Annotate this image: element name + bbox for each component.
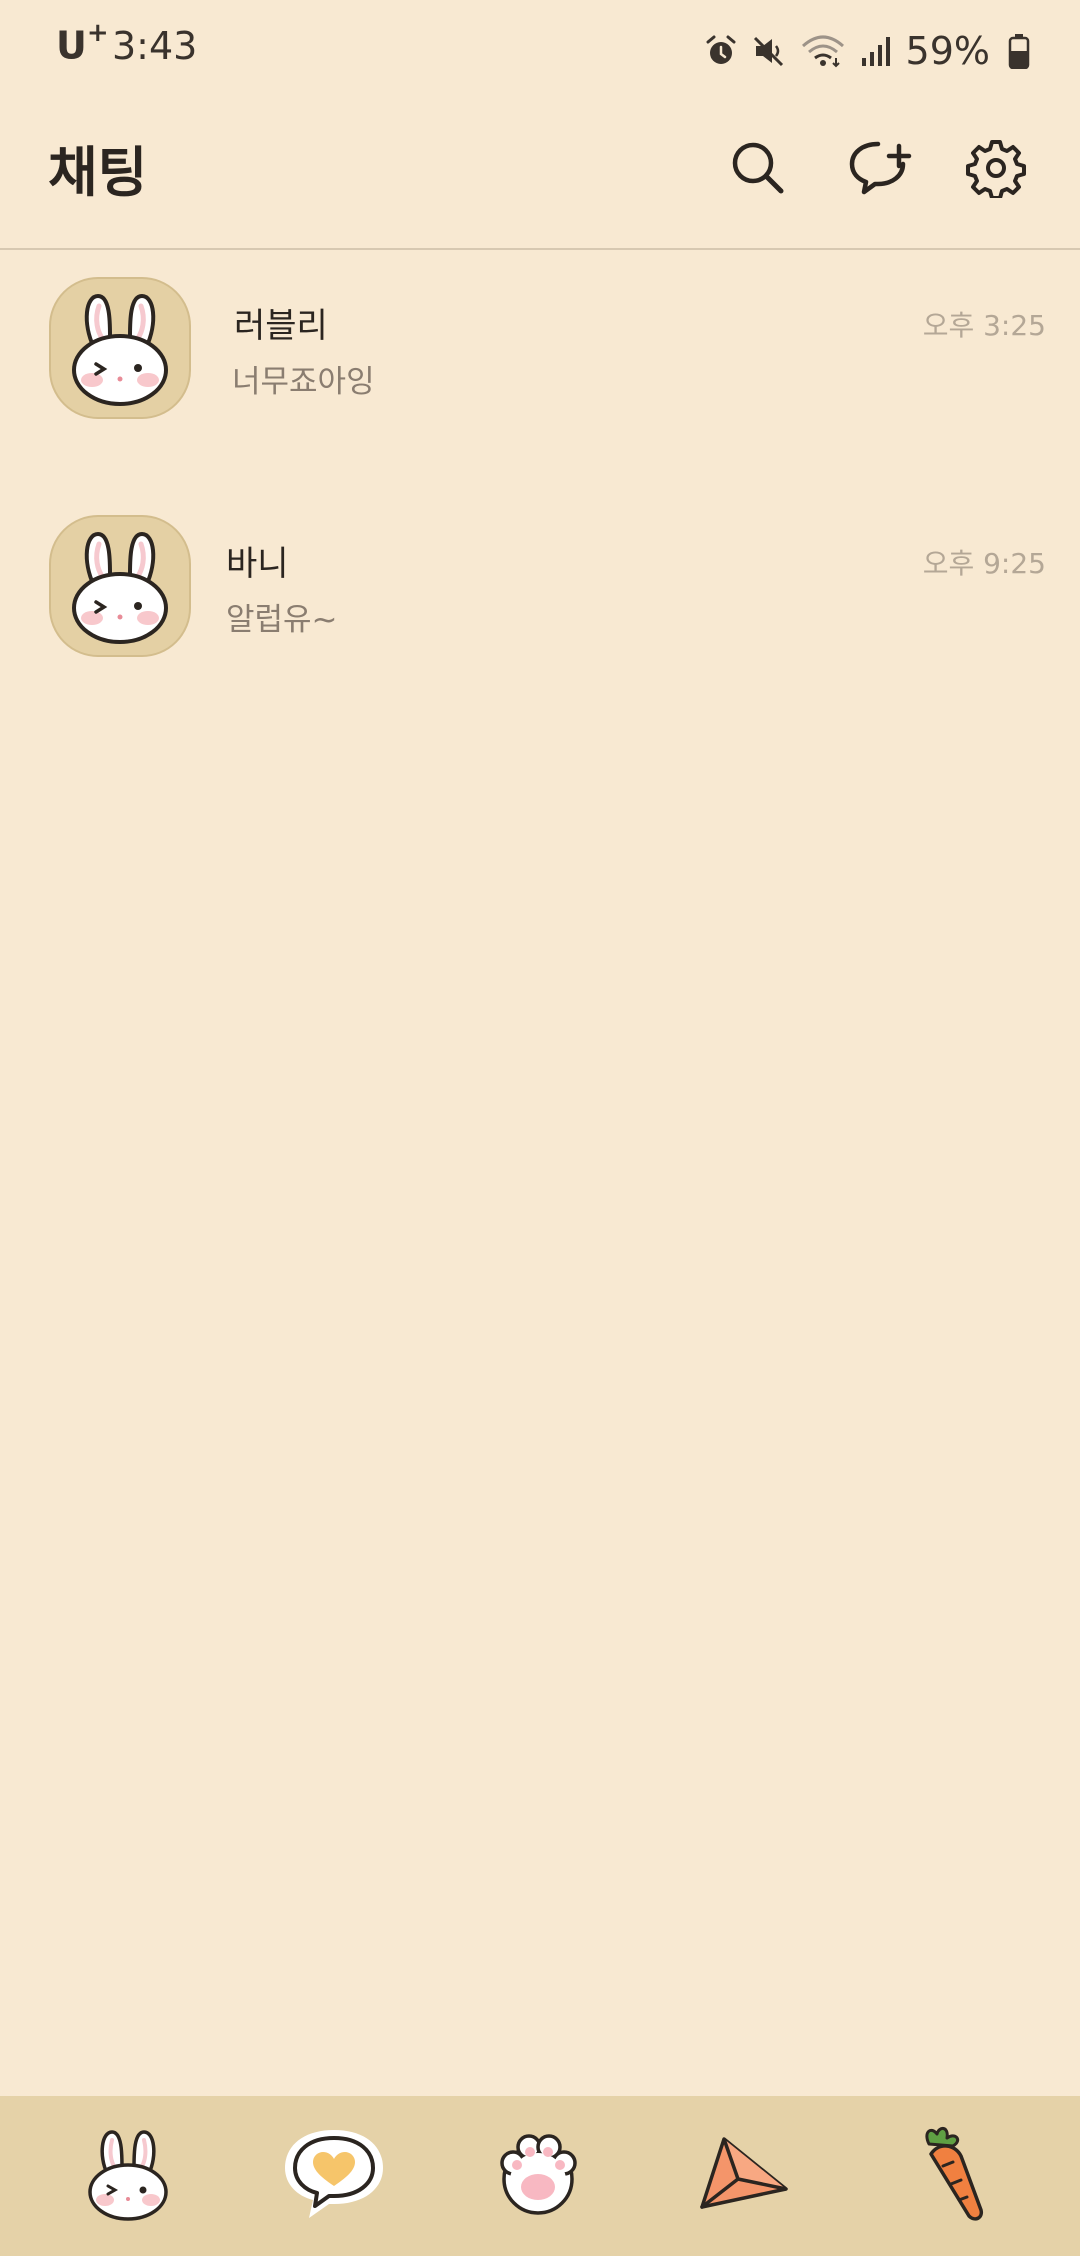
new-chat-icon xyxy=(848,138,912,202)
nav-carrot[interactable] xyxy=(890,2116,1010,2236)
heart-chat-icon xyxy=(279,2124,389,2228)
nav-friends[interactable] xyxy=(68,2116,188,2236)
chat-time: 오후 3:25 xyxy=(922,309,1046,342)
nav-chats[interactable] xyxy=(274,2116,394,2236)
status-time: 3:43 xyxy=(112,24,198,68)
bottom-nav xyxy=(0,2096,1080,2256)
status-bar: U+ 3:43 59% xyxy=(0,0,1080,100)
nav-paw[interactable] xyxy=(478,2116,598,2236)
signal-icon xyxy=(860,34,892,68)
nav-send[interactable] xyxy=(684,2116,804,2236)
search-button[interactable] xyxy=(718,130,798,210)
chat-name: 바니 xyxy=(226,544,289,584)
status-icons: 59% xyxy=(704,26,1030,76)
app-header: 채팅 xyxy=(0,100,1080,250)
chat-list-item[interactable]: 러블리 너무죠아잉 오후 3:25 xyxy=(0,252,1080,452)
chat-time: 오후 9:25 xyxy=(922,547,1046,580)
chat-list-item[interactable]: 바니 알럽유~ 오후 9:25 xyxy=(0,490,1080,690)
battery-icon xyxy=(1008,33,1030,69)
bunny-avatar xyxy=(48,514,192,658)
page-title: 채팅 xyxy=(48,141,148,204)
settings-button[interactable] xyxy=(956,130,1036,210)
chat-name: 러블리 xyxy=(234,306,328,346)
paper-plane-icon xyxy=(694,2129,794,2223)
paw-icon xyxy=(493,2129,583,2223)
chat-preview: 알럽유~ xyxy=(226,602,338,638)
bunny-avatar xyxy=(48,276,192,420)
carrier-label: U+ xyxy=(56,18,109,68)
settings-icon xyxy=(966,138,1026,202)
chat-preview: 너무죠아잉 xyxy=(232,364,375,400)
wifi-icon xyxy=(800,34,846,68)
mute-icon xyxy=(752,34,786,68)
search-icon xyxy=(728,138,788,202)
alarm-icon xyxy=(704,34,738,68)
carrot-icon xyxy=(905,2124,995,2228)
battery-percent: 59% xyxy=(905,29,990,73)
bunny-friends-icon xyxy=(78,2124,178,2228)
new-chat-button[interactable] xyxy=(840,130,920,210)
